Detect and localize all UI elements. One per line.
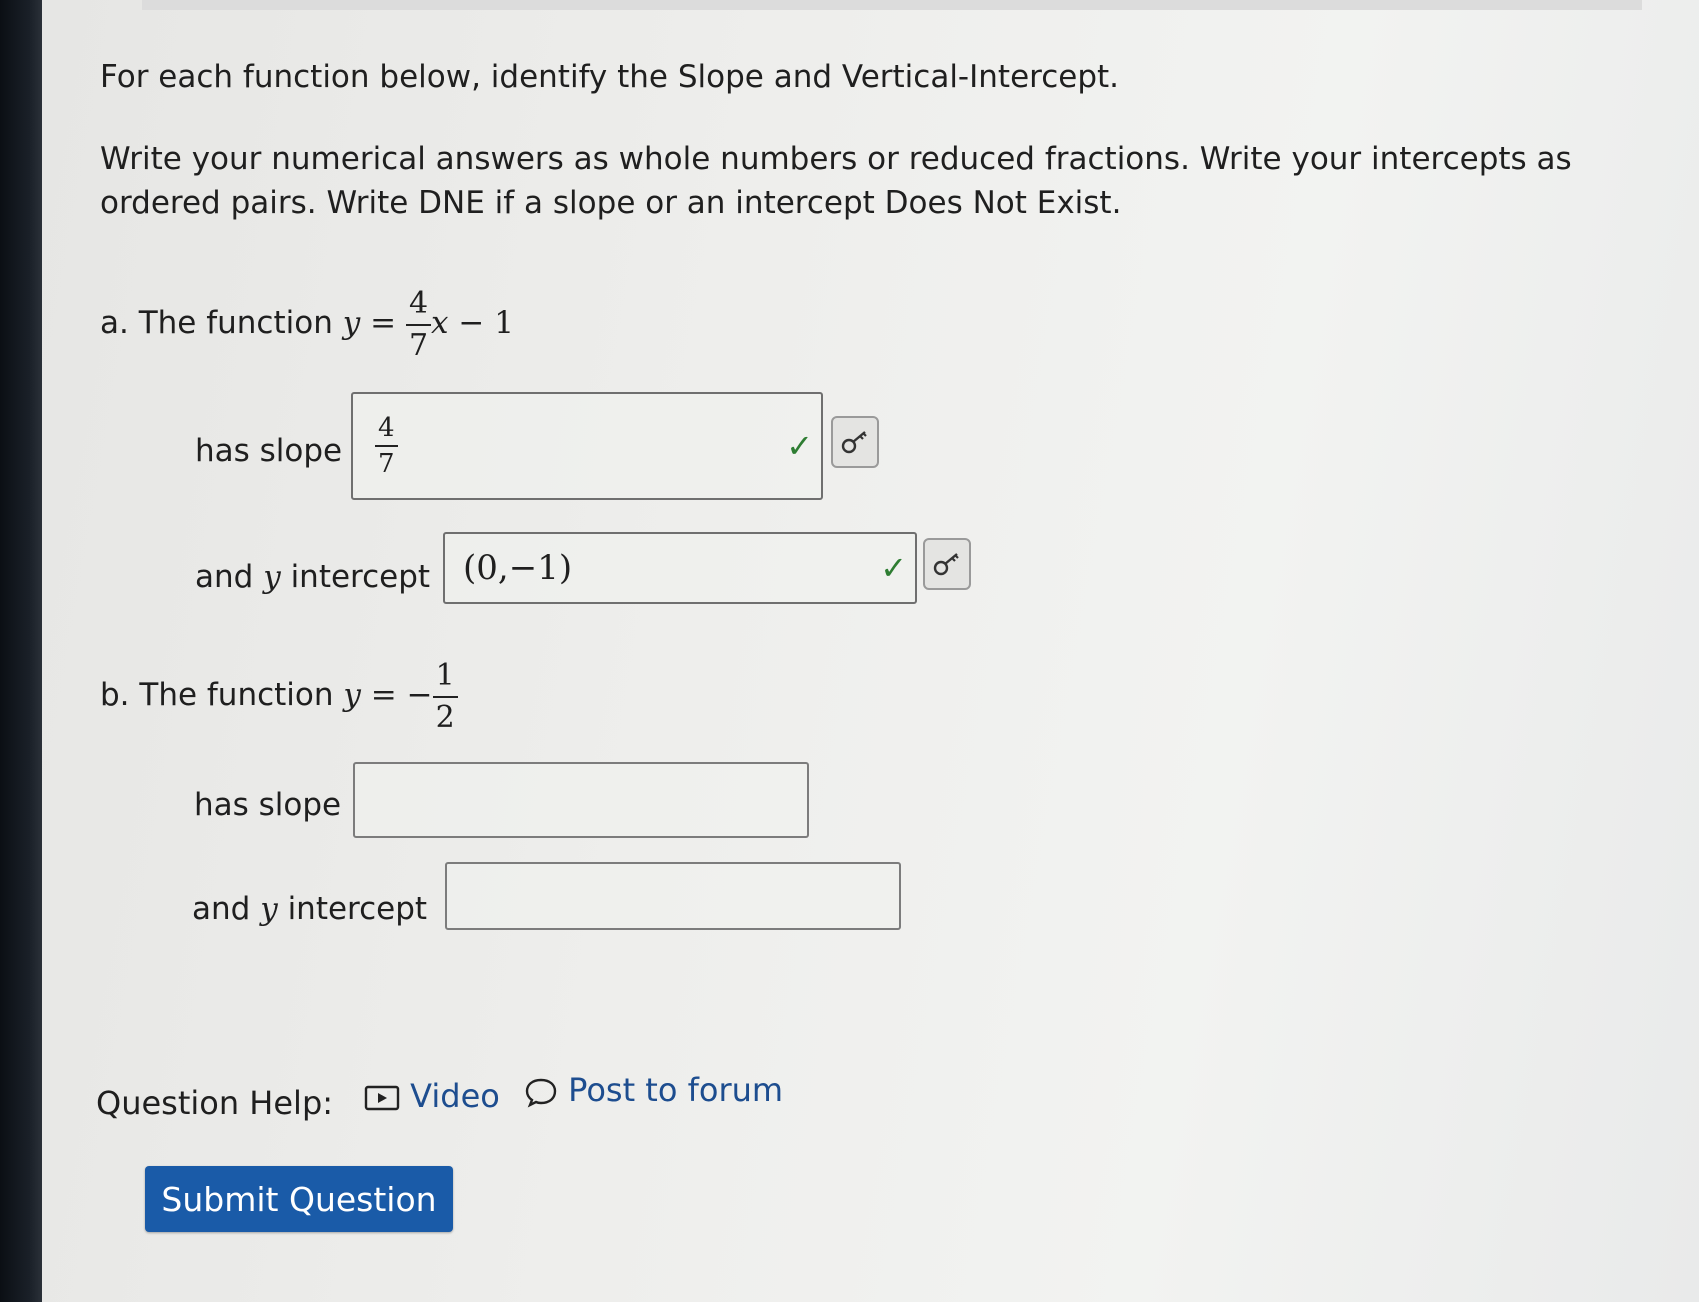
check-icon: ✓ xyxy=(786,427,813,465)
check-icon: ✓ xyxy=(880,549,907,587)
part-a-intercept-input[interactable]: (0,−1) ✓ xyxy=(443,532,917,604)
part-a-y: y xyxy=(342,305,361,341)
part-b-neg: − xyxy=(406,677,433,713)
part-a-slope-input[interactable]: 4 7 ✓ xyxy=(351,392,823,500)
part-b-fraction: 1 2 xyxy=(432,657,458,735)
submit-question-button[interactable]: Submit Question xyxy=(145,1166,453,1232)
part-a-minus: − xyxy=(458,305,485,341)
part-b-slope-label: has slope xyxy=(194,787,342,823)
part-b-equals: = xyxy=(370,677,397,713)
video-link-label: Video xyxy=(410,1077,500,1115)
part-b-intercept-input[interactable] xyxy=(445,862,901,930)
question-page: For each function below, identify the Sl… xyxy=(42,0,1699,1302)
key-icon-button-a-intercept[interactable] xyxy=(923,538,971,590)
part-a-statement: a. The function y = 4 7 x − 1 xyxy=(100,278,514,368)
screen-bezel xyxy=(0,0,42,1302)
key-icon xyxy=(933,553,959,576)
part-a-equals: = xyxy=(370,305,397,341)
post-to-forum-label: Post to forum xyxy=(568,1071,784,1109)
part-b-statement: b. The function y = − 1 2 xyxy=(100,650,458,740)
part-a-frac-den: 7 xyxy=(405,323,432,363)
part-a-slope-value: 4 7 xyxy=(375,414,398,478)
video-link[interactable]: Video xyxy=(364,1074,500,1118)
part-a-x: x xyxy=(431,305,449,341)
video-icon xyxy=(364,1085,400,1111)
key-icon-button-a-slope[interactable] xyxy=(831,416,879,468)
part-b-prefix: b. The function xyxy=(100,677,334,713)
chat-bubble-icon xyxy=(525,1078,557,1108)
part-b-frac-den: 2 xyxy=(432,695,458,735)
part-b-frac-num: 1 xyxy=(435,657,455,693)
part-a-intercept-value: (0,−1) xyxy=(463,548,573,588)
part-a-fraction: 4 7 xyxy=(405,285,432,363)
part-a-frac-num: 4 xyxy=(408,285,429,321)
instruction-line-3: ordered pairs. Write DNE if a slope or a… xyxy=(100,185,1122,221)
part-b-intercept-label: and y intercept xyxy=(192,891,428,927)
part-b-y: y xyxy=(343,677,361,713)
question-help-label: Question Help: xyxy=(96,1084,334,1122)
post-to-forum-link[interactable]: Post to forum xyxy=(524,1068,783,1112)
key-icon xyxy=(841,431,867,454)
top-bar xyxy=(142,0,1642,10)
part-a-prefix: a. The function xyxy=(100,305,333,341)
part-b-slope-input[interactable] xyxy=(353,762,809,838)
part-a-const: 1 xyxy=(494,305,514,341)
part-a-intercept-label: and y intercept xyxy=(195,559,431,595)
instruction-line-1: For each function below, identify the Sl… xyxy=(100,59,1120,95)
instruction-line-2: Write your numerical answers as whole nu… xyxy=(100,141,1572,177)
part-a-slope-label: has slope xyxy=(195,433,343,469)
